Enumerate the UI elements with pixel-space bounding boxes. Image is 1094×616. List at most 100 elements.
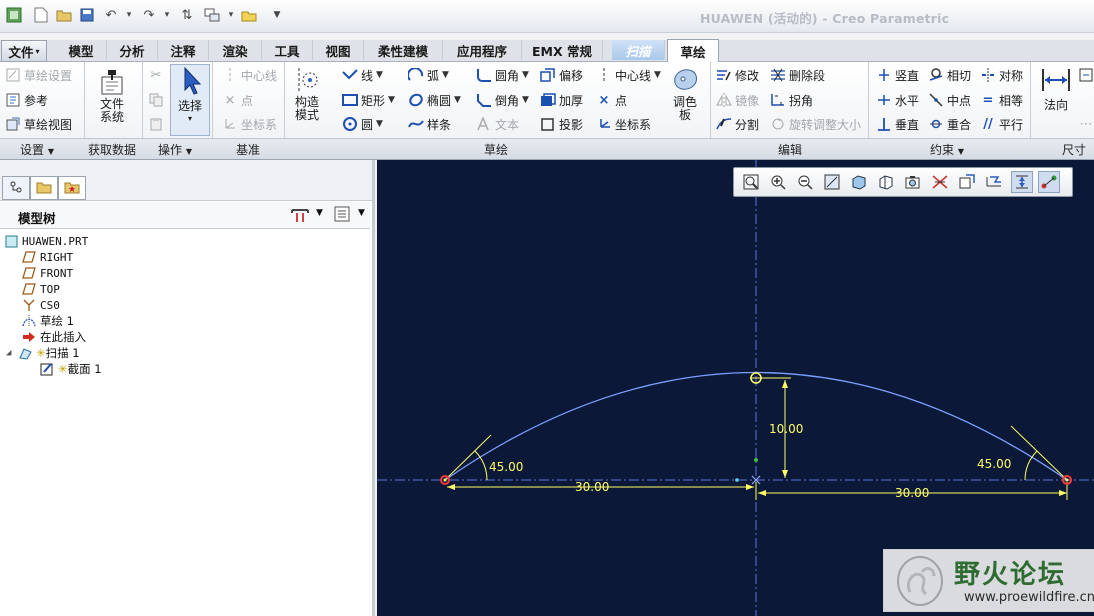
tree-settings-icon[interactable] xyxy=(290,206,310,227)
tab-file[interactable]: 文件 ▾ xyxy=(1,40,47,62)
divide-button[interactable]: 分割 xyxy=(716,114,759,134)
redo-icon[interactable]: ↷ xyxy=(140,6,158,24)
tab-analysis[interactable]: 分析 xyxy=(107,40,158,60)
show-options-icon[interactable] xyxy=(334,206,350,225)
tab-emx-general[interactable]: EMX 常规 xyxy=(522,40,603,60)
customize-toolbar-icon[interactable]: ▼ xyxy=(268,6,286,24)
sketch-centerline-button[interactable]: 中心线 ▼ xyxy=(596,65,661,85)
angle-dim-left[interactable]: 45.00 xyxy=(489,460,523,474)
save-icon[interactable] xyxy=(78,6,96,24)
corner-button[interactable]: 拐角 xyxy=(770,90,813,110)
coincident-constraint-button[interactable]: 重合 xyxy=(928,114,971,134)
tab-sweep[interactable]: 扫描 xyxy=(612,40,665,60)
palette-button[interactable]: 调色 板 xyxy=(668,64,702,122)
tree-item-right[interactable]: RIGHT xyxy=(22,249,73,265)
arc-button[interactable]: 弧 ▼ xyxy=(408,65,449,85)
spline-button[interactable]: 样条 xyxy=(408,114,451,134)
view-manager-icon[interactable] xyxy=(903,172,923,192)
midpoint-constraint-button[interactable]: 中点 xyxy=(928,90,971,110)
open-folder-icon[interactable] xyxy=(55,6,73,24)
close-window-icon[interactable] xyxy=(240,6,258,24)
parallel-constraint-button[interactable]: //平行 xyxy=(980,114,1023,134)
select-button[interactable]: 选择 ▾ xyxy=(170,64,210,136)
offset-button[interactable]: 偏移 xyxy=(540,65,583,85)
model-tree-tab[interactable] xyxy=(2,176,30,200)
new-file-icon[interactable] xyxy=(32,6,50,24)
constraint-display-icon[interactable] xyxy=(1038,171,1060,193)
tangent-constraint-button[interactable]: 相切 xyxy=(928,65,971,85)
zoom-out-icon[interactable] xyxy=(795,172,815,192)
repaint-icon[interactable] xyxy=(822,172,842,192)
tree-item-insert-here[interactable]: 在此插入 xyxy=(22,329,86,345)
show-options-dropdown-icon[interactable]: ▼ xyxy=(358,208,365,218)
thicken-button[interactable]: 加厚 xyxy=(540,90,583,110)
tree-item-front[interactable]: FRONT xyxy=(22,265,73,281)
equal-constraint-button[interactable]: = 相等 xyxy=(980,90,1023,110)
folder-browser-tab[interactable] xyxy=(30,176,58,200)
tree-settings-dropdown-icon[interactable]: ▼ xyxy=(316,208,323,218)
refit-icon[interactable] xyxy=(741,172,761,192)
sketch-view-button[interactable]: 草绘视图 xyxy=(5,114,72,134)
collapse-arrow-icon[interactable]: ◢ xyxy=(6,348,18,358)
construction-mode-button[interactable]: 构造 模式 xyxy=(290,64,324,122)
height-dim[interactable]: 10.00 xyxy=(769,422,803,436)
datum-centerline-button[interactable]: 中心线 xyxy=(222,65,277,85)
rectangle-button[interactable]: 矩形 ▼ xyxy=(342,90,395,110)
normal-dimension-button[interactable]: 法向 xyxy=(1036,64,1076,113)
arc-center-point[interactable] xyxy=(754,458,758,462)
tree-item-sweep[interactable]: ◢ ✳ 扫描 1 xyxy=(6,345,80,361)
circle-button[interactable]: 圆 ▼ xyxy=(342,114,383,134)
paste-icon[interactable] xyxy=(148,114,167,134)
sketcher-display-icon[interactable] xyxy=(984,172,1004,192)
chamfer-button[interactable]: 倒角 ▼ xyxy=(476,90,529,110)
tab-render[interactable]: 渲染 xyxy=(209,40,262,60)
favorites-tab[interactable] xyxy=(58,176,86,200)
tab-applications[interactable]: 应用程序 xyxy=(443,40,522,60)
angle-dim-right[interactable]: 45.00 xyxy=(977,457,1011,471)
datum-point-button[interactable]: × 点 xyxy=(222,90,253,110)
saved-orientations-icon[interactable] xyxy=(876,172,896,192)
sketch-setup-button[interactable]: 草绘设置 xyxy=(5,65,72,85)
tree-item-part[interactable]: HUAWEN.PRT xyxy=(4,233,88,249)
datum-display-icon[interactable] xyxy=(930,172,950,192)
sketch-csys-button[interactable]: 坐标系 xyxy=(596,114,651,134)
tree-item-sketch[interactable]: 草绘 1 xyxy=(22,313,74,329)
fillet-button[interactable]: 圆角 ▼ xyxy=(476,65,529,85)
modify-button[interactable]: 修改 xyxy=(716,65,759,85)
display-style-icon[interactable] xyxy=(849,172,869,192)
tab-annotate[interactable]: 注释 xyxy=(158,40,209,60)
select-dropdown-icon[interactable]: ▾ xyxy=(188,114,192,123)
perpendicular-constraint-button[interactable]: 垂直 xyxy=(876,114,919,134)
windows-icon[interactable] xyxy=(203,6,221,24)
cut-icon[interactable]: ✂ xyxy=(148,65,167,85)
dimension-display-icon[interactable] xyxy=(1011,171,1033,193)
graphics-window[interactable]: 45.00 45.00 10.00 30.00 30.00 xyxy=(377,160,1094,616)
redo-dropdown-icon[interactable]: ▾ xyxy=(158,6,176,24)
file-system-button[interactable]: 文件 系统 xyxy=(92,66,132,124)
group-label-setup[interactable]: 设置 ▼ xyxy=(20,141,54,158)
project-button[interactable]: 投影 xyxy=(540,114,583,134)
references-button[interactable]: 参考 xyxy=(5,90,48,110)
delete-segment-button[interactable]: 删除段 xyxy=(770,65,825,85)
tab-view[interactable]: 视图 xyxy=(313,40,364,60)
rotate-resize-button[interactable]: 旋转调整大小 xyxy=(770,114,861,134)
tab-model[interactable]: 模型 xyxy=(56,40,107,60)
ellipse-button[interactable]: 椭圆 ▼ xyxy=(408,90,461,110)
datum-csys-button[interactable]: 坐标系 xyxy=(222,114,277,134)
tree-item-csys[interactable]: CS0 xyxy=(22,297,60,313)
horizontal-constraint-button[interactable]: 水平 xyxy=(876,90,919,110)
group-label-constrain[interactable]: 约束 ▼ xyxy=(930,141,964,158)
width-dim-right[interactable]: 30.00 xyxy=(895,486,929,500)
dimension-more-icon[interactable] xyxy=(1078,65,1094,85)
tab-flexible-modeling[interactable]: 柔性建模 xyxy=(364,40,443,60)
copy-icon[interactable] xyxy=(148,90,167,110)
tab-tools[interactable]: 工具 xyxy=(262,40,313,60)
regenerate-icon[interactable]: ⇅ xyxy=(178,6,196,24)
tree-item-section[interactable]: ✳ 截面 1 xyxy=(40,361,102,377)
tab-sketch[interactable]: 草绘 xyxy=(667,39,719,62)
text-button[interactable]: 文本 xyxy=(476,114,519,134)
sketch-canvas[interactable] xyxy=(377,160,1094,616)
windows-dropdown-icon[interactable]: ▾ xyxy=(222,6,240,24)
group-label-operations[interactable]: 操作 ▼ xyxy=(158,141,192,158)
line-button[interactable]: 线 ▼ xyxy=(342,65,383,85)
